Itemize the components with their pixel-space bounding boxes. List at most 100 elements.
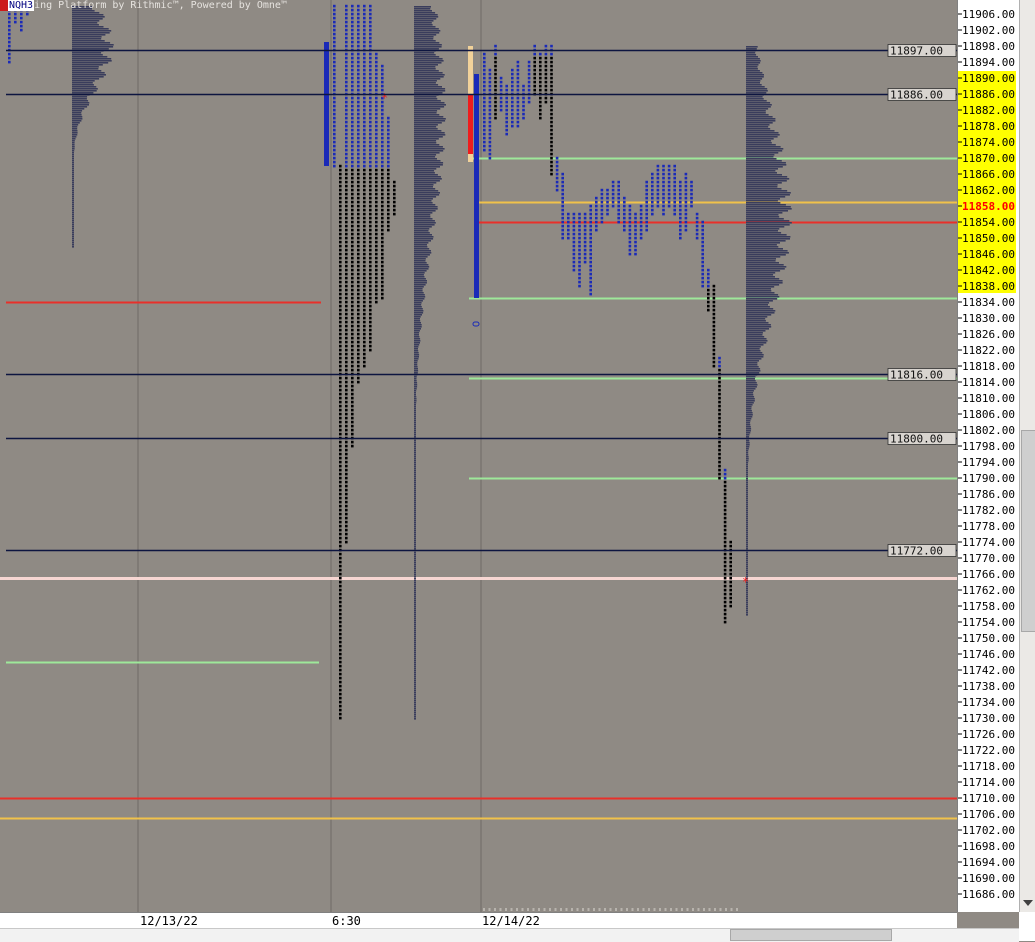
market-profile-chart[interactable]: **11897.0011886.0011816.0011800.0011772.… (0, 0, 957, 912)
profile-bar (746, 184, 778, 186)
tpo-letter (499, 88, 503, 92)
price-tick-label: 11862.00 (962, 184, 1015, 197)
profile-bar (414, 396, 417, 398)
tpo-letter (628, 208, 632, 212)
tpo-letter (369, 328, 372, 332)
tpo-letter (723, 592, 727, 596)
tpo-letter (723, 580, 727, 584)
profile-bar (414, 636, 416, 638)
tpo-letter (718, 412, 721, 416)
profile-bar (746, 572, 748, 574)
tpo-letter (345, 36, 348, 40)
time-tick (483, 908, 485, 911)
profile-bar (414, 350, 419, 352)
tpo-letter (375, 292, 378, 296)
tpo-letter (393, 208, 396, 212)
tpo-letter (351, 424, 354, 428)
profile-bar (746, 282, 783, 284)
tpo-letter (375, 60, 378, 64)
tpo-letter (679, 208, 682, 212)
tpo-letter (363, 36, 366, 40)
tpo-letter (339, 468, 342, 472)
tpo-letter (723, 604, 727, 608)
profile-bar (414, 692, 416, 694)
tpo-letter (369, 136, 372, 140)
profile-bar (746, 364, 758, 366)
horizontal-scroll-thumb[interactable] (730, 929, 892, 941)
tpo-letter (381, 184, 384, 188)
profile-bar (72, 152, 74, 154)
profile-bar (414, 68, 436, 70)
tpo-letter (351, 292, 354, 296)
tpo-letter (712, 288, 716, 292)
tpo-letter (351, 404, 354, 408)
profile-bar (414, 298, 425, 300)
tpo-letter (357, 364, 360, 368)
tpo-letter (667, 168, 671, 172)
tpo-letter (375, 268, 378, 272)
tpo-letter (333, 72, 336, 76)
profile-bar (414, 290, 423, 292)
tpo-letter (363, 328, 366, 332)
opening-tail (468, 46, 473, 94)
tpo-letter (505, 84, 508, 88)
vertical-scrollbar[interactable] (1019, 0, 1035, 912)
profile-bar (414, 630, 416, 632)
chart-area[interactable]: * * 11897.00 11886.00 11816.00 11800.00 11772.… (0, 0, 957, 912)
tpo-letter (339, 164, 342, 168)
tpo-letter (345, 272, 348, 276)
tpo-letter (333, 24, 336, 28)
profile-bar (414, 16, 439, 18)
tpo-letter (357, 80, 360, 84)
profile-bar (414, 76, 444, 78)
tpo-letter (695, 220, 699, 224)
tpo-letter (339, 404, 342, 408)
tpo-letter (339, 324, 342, 328)
tpo-letter (333, 12, 336, 16)
profile-bar (414, 214, 431, 216)
tpo-letter (651, 184, 654, 188)
price-tick-label: 11710.00 (962, 792, 1015, 805)
profile-bar (72, 120, 82, 122)
tpo-letter (375, 144, 378, 148)
profile-bar (414, 462, 416, 464)
tpo-letter (345, 532, 348, 536)
tpo-letter (600, 192, 604, 196)
profile-bar (72, 176, 74, 178)
tpo-letter (662, 168, 665, 172)
profile-bar (414, 406, 416, 408)
vertical-scroll-thumb[interactable] (1021, 430, 1035, 632)
profile-bar (414, 714, 416, 716)
profile-bar (72, 170, 74, 172)
tpo-letter (723, 584, 727, 588)
tpo-letter (662, 196, 665, 200)
tpo-letter (555, 176, 559, 180)
profile-bar (414, 148, 445, 150)
profile-bar (414, 264, 429, 266)
horizontal-scrollbar[interactable] (0, 928, 1019, 942)
scroll-down-arrow-icon[interactable] (1023, 900, 1033, 906)
profile-bar (72, 150, 75, 152)
tpo-letter (339, 412, 342, 416)
tpo-letter (544, 56, 548, 60)
profile-bar (414, 448, 416, 450)
tpo-letter (673, 196, 676, 200)
price-axis[interactable]: 11906.00 11902.00 11898.00 11894.00 11890.00… (957, 0, 1020, 912)
tpo-letter (381, 208, 384, 212)
tpo-letter (381, 120, 384, 124)
tpo-letter (339, 348, 342, 352)
profile-bar (414, 150, 444, 152)
tpo-letter (369, 188, 372, 192)
tpo-letter (345, 376, 348, 380)
open-range-bar (474, 74, 479, 298)
tpo-letter (488, 68, 492, 72)
tpo-letter (369, 148, 372, 152)
tpo-letter (345, 344, 348, 348)
tpo-letter (712, 292, 716, 296)
tpo-letter (351, 220, 354, 224)
tpo-letter (357, 104, 360, 108)
window-menu-icon[interactable] (0, 0, 8, 11)
price-tick-label: 11822.00 (962, 344, 1015, 357)
profile-bar (746, 328, 769, 330)
tpo-letter (387, 116, 390, 120)
